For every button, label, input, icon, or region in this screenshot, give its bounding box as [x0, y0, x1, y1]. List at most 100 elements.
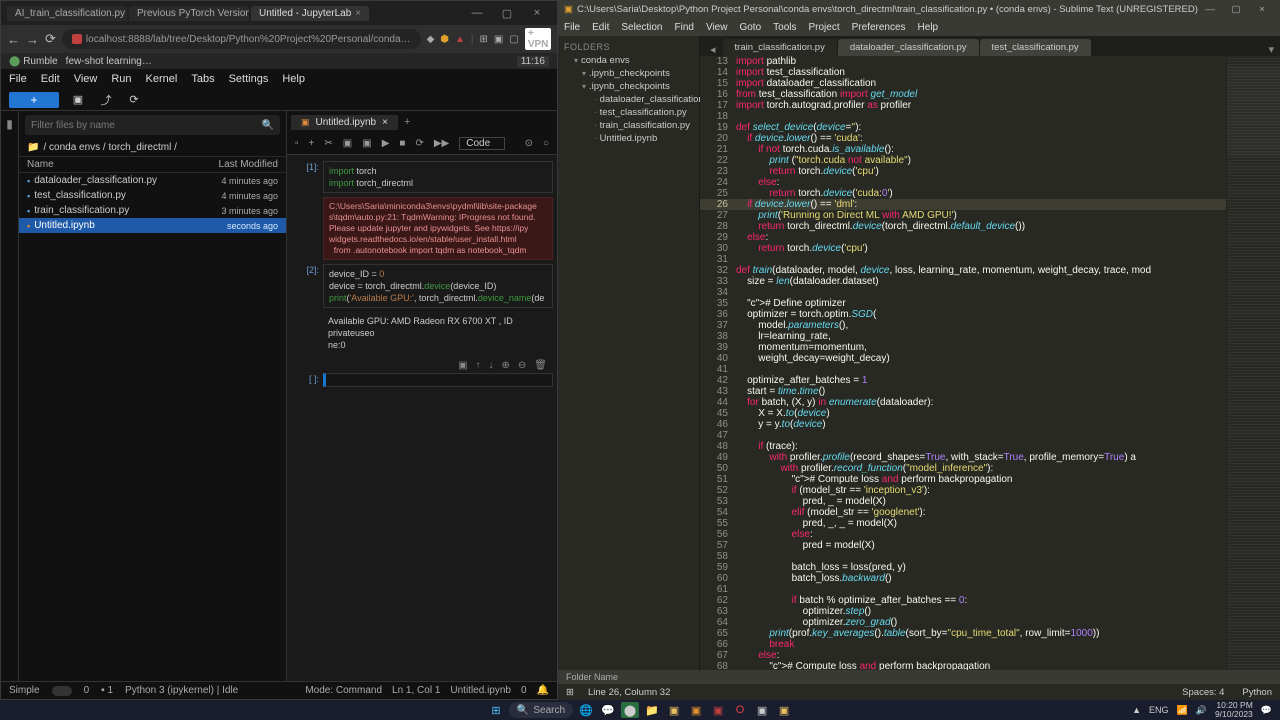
task-icon[interactable]: ⬤	[621, 702, 639, 718]
code-cell[interactable]: device_ID = 0device = torch_directml.dev…	[323, 264, 553, 308]
ext-icon[interactable]: ⬢	[440, 34, 449, 45]
ext-icon[interactable]: ▣	[494, 34, 503, 45]
add-cell-icon[interactable]: +	[309, 138, 315, 149]
url-bar[interactable]: localhost:8888/lab/tree/Desktop/Python%2…	[62, 29, 421, 49]
file-row[interactable]: ▪dataloader_classification.py4 minutes a…	[19, 173, 286, 188]
menu-project[interactable]: Project	[809, 22, 840, 33]
console-icon[interactable]: ⊞	[566, 687, 574, 698]
code-cell[interactable]: import torchimport torch_directml	[323, 161, 553, 193]
browser-tab[interactable]: Previous PyTorch Versions | PyTorc	[129, 6, 249, 21]
terminal-icon[interactable]: ▪ 1	[101, 685, 113, 696]
minimize-icon[interactable]: —	[1198, 4, 1222, 15]
tree-folder[interactable]: ▾.ipynb_checkpoints	[560, 80, 697, 93]
tray-volume-icon[interactable]: 🔊	[1196, 705, 1207, 716]
cell-type-select[interactable]: Code	[459, 137, 505, 150]
menu-file[interactable]: File	[564, 22, 580, 33]
code-editor[interactable]: 1314151617181920212223242526272829303132…	[700, 56, 1280, 670]
tray-wifi-icon[interactable]: 📶	[1177, 705, 1188, 716]
task-icon[interactable]: 💬	[599, 702, 617, 718]
run-icon[interactable]: ▶	[382, 138, 390, 149]
duplicate-icon[interactable]: ▣	[458, 360, 467, 371]
close-icon[interactable]: ×	[523, 4, 551, 22]
menu-kernel[interactable]: Kernel	[146, 73, 178, 85]
paste-icon[interactable]: ▣	[362, 138, 371, 149]
code-cell-active[interactable]	[323, 373, 553, 387]
breadcrumb[interactable]: 📁 / conda envs / torch_directml /	[19, 139, 286, 157]
kernel-status[interactable]: Python 3 (ipykernel) | Idle	[125, 685, 238, 696]
start-button[interactable]: ⊞	[487, 702, 505, 718]
browser-tab[interactable]: AI_train_classification.py at m...	[7, 6, 127, 21]
tree-folder[interactable]: ▾.ipynb_checkpoints	[560, 67, 697, 80]
insert-above-icon[interactable]: ⊕	[502, 360, 510, 371]
task-icon-explorer[interactable]: 📁	[643, 702, 661, 718]
refresh-icon[interactable]: ⟳	[125, 91, 143, 109]
menu-settings[interactable]: Settings	[229, 73, 269, 85]
tray-chevron-icon[interactable]: ▲	[1132, 705, 1141, 715]
menu-view[interactable]: View	[706, 22, 728, 33]
menu-selection[interactable]: Selection	[621, 22, 662, 33]
tree-file[interactable]: ·dataloader_classification.py	[560, 93, 697, 106]
toggle-switch[interactable]	[52, 686, 72, 696]
bell-icon[interactable]: 🔔	[537, 685, 549, 696]
upload-icon[interactable]: ⤴	[97, 91, 115, 109]
menu-file[interactable]: File	[9, 73, 27, 85]
menu-goto[interactable]: Goto	[739, 22, 761, 33]
stop-icon[interactable]: ■	[399, 138, 405, 149]
task-icon-sublime[interactable]: ▣	[687, 702, 705, 718]
notebook-tab[interactable]: ▣ Untitled.ipynb ×	[291, 115, 398, 130]
tray-lang[interactable]: ENG	[1149, 705, 1169, 715]
task-icon-opera[interactable]: O	[731, 702, 749, 718]
file-row[interactable]: ▪Untitled.ipynbseconds ago	[19, 218, 286, 233]
new-folder-icon[interactable]: ▣	[69, 91, 87, 109]
add-tab-icon[interactable]: +	[398, 116, 416, 128]
tree-folder[interactable]: ▾conda envs	[560, 54, 697, 67]
move-down-icon[interactable]: ↓	[489, 360, 494, 371]
menu-find[interactable]: Find	[675, 22, 694, 33]
move-up-icon[interactable]: ↑	[476, 360, 481, 371]
ext-icon[interactable]: ⊞	[480, 34, 488, 45]
ext-icon[interactable]: ◆	[427, 34, 435, 45]
cut-icon[interactable]: ✂	[324, 138, 332, 149]
reload-icon[interactable]: ⟳	[45, 30, 56, 48]
menu-view[interactable]: View	[74, 73, 98, 85]
editor-tab[interactable]: test_classification.py	[980, 39, 1091, 56]
bookmark-item[interactable]: few-shot learning…	[66, 56, 152, 67]
menu-preferences[interactable]: Preferences	[852, 22, 906, 33]
menu-edit[interactable]: Edit	[41, 73, 60, 85]
task-icon[interactable]: ▣	[775, 702, 793, 718]
menu-tools[interactable]: Tools	[773, 22, 796, 33]
menu-help[interactable]: Help	[282, 73, 305, 85]
browser-tab-active[interactable]: Untitled - JupyterLab×	[251, 6, 369, 21]
delete-icon[interactable]: 🗑	[534, 360, 547, 371]
menu-edit[interactable]: Edit	[592, 22, 609, 33]
tray-notifications-icon[interactable]: 💬	[1261, 705, 1272, 716]
menu-run[interactable]: Run	[111, 73, 131, 85]
minimap[interactable]	[1226, 56, 1280, 670]
restart-icon[interactable]: ⟳	[415, 138, 423, 149]
ext-icon[interactable]: ▲	[455, 34, 465, 45]
file-filter-input[interactable]: Filter files by name 🔍	[25, 115, 280, 135]
vpn-badge[interactable]: + VPN	[525, 28, 552, 50]
folder-icon[interactable]: ▮	[6, 117, 13, 131]
task-icon[interactable]: ▣	[709, 702, 727, 718]
editor-tab-active[interactable]: train_classification.py	[723, 39, 837, 56]
task-icon[interactable]: ▣	[753, 702, 771, 718]
run-all-icon[interactable]: ▶▶	[434, 138, 449, 149]
kernel-icon[interactable]: ⊙	[525, 138, 533, 149]
close-icon[interactable]: ×	[355, 8, 361, 19]
maximize-icon[interactable]: ▢	[1224, 4, 1248, 15]
menu-tabs[interactable]: Tabs	[191, 73, 214, 85]
editor-tab[interactable]: dataloader_classification.py	[838, 39, 979, 56]
taskbar-search[interactable]: 🔍 Search	[509, 702, 573, 718]
file-row[interactable]: ▪train_classification.py3 minutes ago	[19, 203, 286, 218]
tree-file[interactable]: ·train_classification.py	[560, 119, 697, 132]
syntax-setting[interactable]: Python	[1242, 687, 1272, 698]
tree-file[interactable]: ·test_classification.py	[560, 106, 697, 119]
task-icon[interactable]: ▣	[665, 702, 683, 718]
insert-below-icon[interactable]: ⊖	[518, 360, 526, 371]
tab-menu-icon[interactable]: ◂	[704, 43, 722, 56]
tab-dropdown-icon[interactable]: ▾	[1262, 43, 1280, 56]
tree-file[interactable]: ·Untitled.ipynb	[560, 132, 697, 145]
forward-icon[interactable]: →	[26, 30, 39, 48]
copy-icon[interactable]: ▣	[343, 138, 352, 149]
